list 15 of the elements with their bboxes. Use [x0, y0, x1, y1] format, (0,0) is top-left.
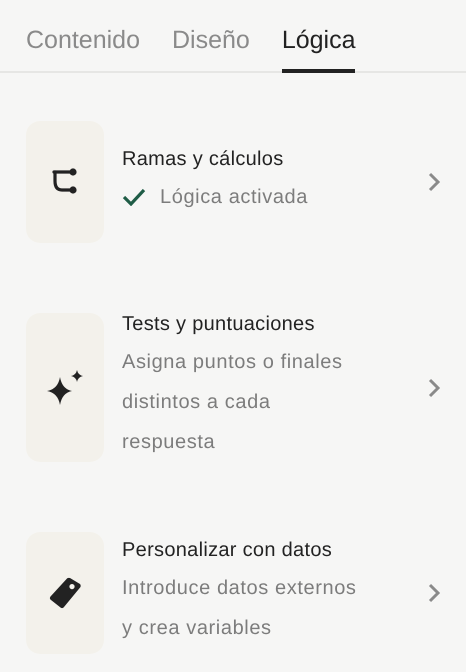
- tag-icon: [48, 576, 82, 610]
- list-item[interactable]: Ramas y cálculos Lógica activada: [26, 121, 440, 243]
- item-description: Lógica activada: [160, 184, 308, 210]
- item-description: Asigna puntos o finales distintos a cada respuesta: [122, 350, 344, 455]
- list-item[interactable]: Personalizar con datos Introduce datos externos y crea variables: [26, 532, 440, 654]
- tab[interactable]: Lógica: [282, 26, 356, 73]
- item-title[interactable]: Ramas y cálculos: [122, 148, 362, 170]
- chevron-icon[interactable]: [428, 378, 440, 398]
- item-description: Introduce datos externos y crea variables: [122, 576, 358, 640]
- item-title[interactable]: Personalizar con datos: [122, 538, 362, 562]
- chevron-icon[interactable]: [428, 583, 440, 603]
- list-item[interactable]: Tests y puntuaciones Asigna puntos o finales distintos a cada respuesta: [26, 313, 440, 462]
- sparkle-icon: [46, 368, 84, 406]
- item-title[interactable]: Tests y puntuaciones: [122, 313, 362, 336]
- chevron-icon[interactable]: [428, 172, 440, 192]
